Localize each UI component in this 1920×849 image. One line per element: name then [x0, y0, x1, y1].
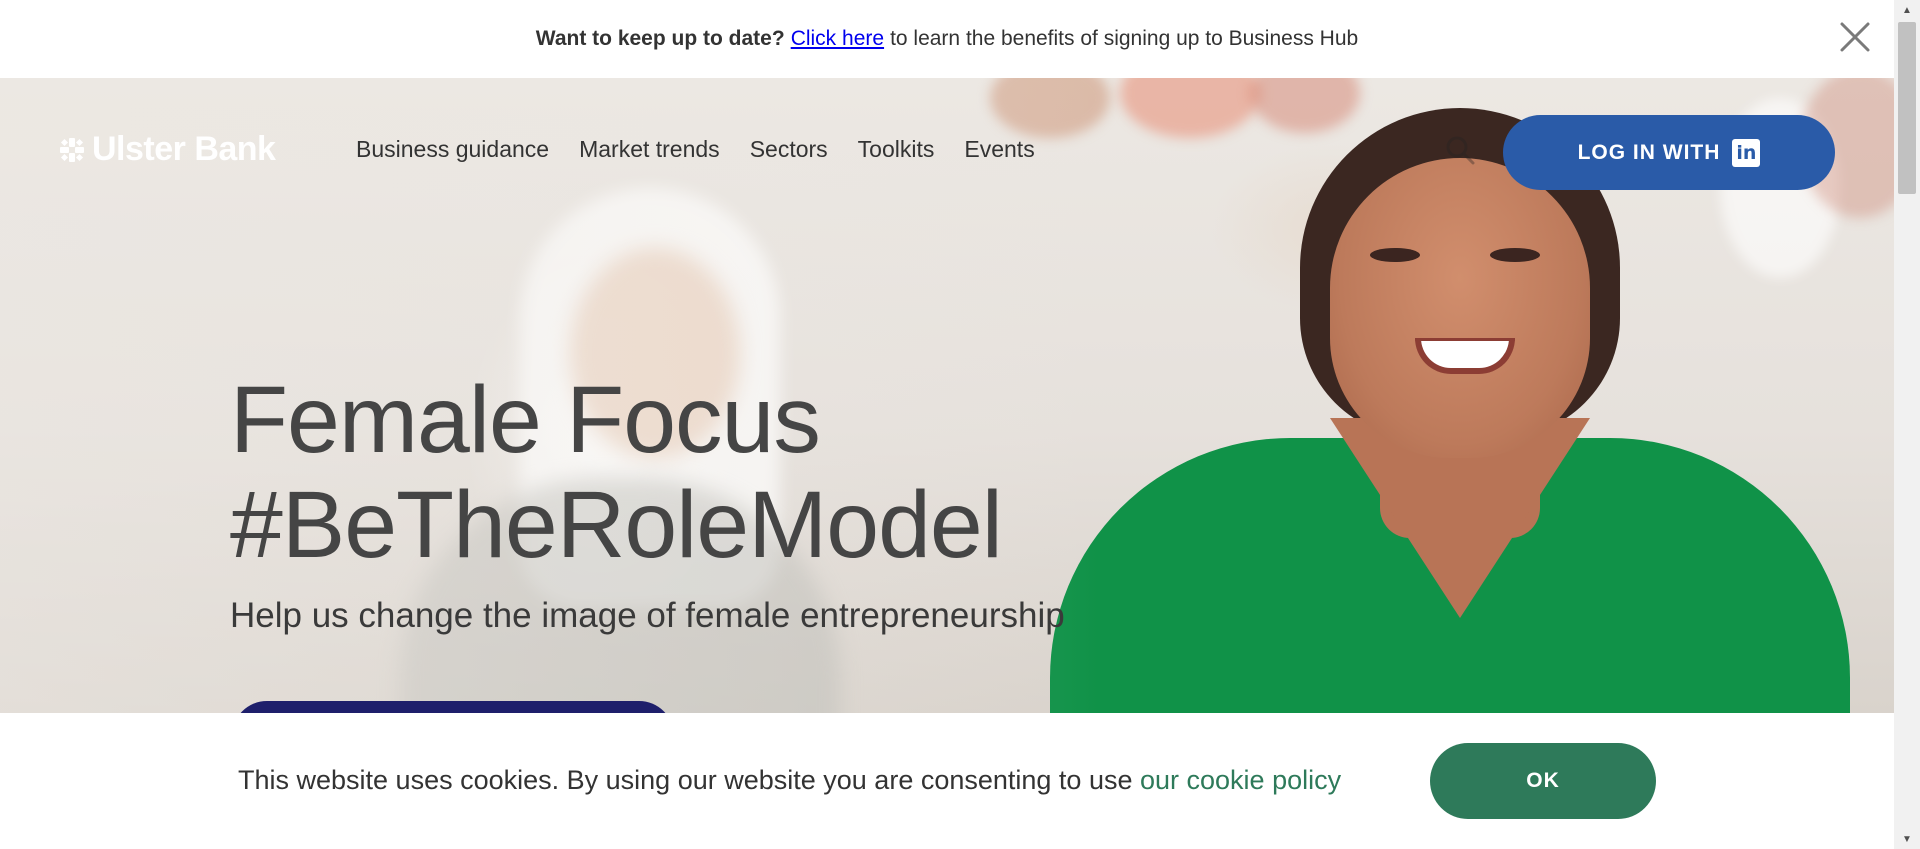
hero-title-line-2: #BeTheRoleModel [230, 472, 1003, 578]
cookie-message: This website uses cookies. By using our … [238, 765, 1341, 796]
hero-woman-image [1030, 98, 1860, 713]
page-scrollbar[interactable]: ▲ ▼ [1894, 0, 1920, 849]
scroll-up-arrow-icon[interactable]: ▲ [1894, 0, 1920, 20]
logo-text: Ulster Bank [92, 130, 276, 168]
hero-banner: Ulster Bank Business guidance Market tre… [0, 78, 1894, 713]
login-with-linkedin-button[interactable]: LOG IN WITH in [1503, 115, 1835, 190]
main-nav: Business guidance Market trends Sectors … [356, 136, 1035, 163]
nav-item-market-trends[interactable]: Market trends [579, 136, 720, 163]
notice-bar: Want to keep up to date? Click here to l… [0, 0, 1894, 78]
scroll-down-arrow-icon[interactable]: ▼ [1894, 829, 1920, 849]
scroll-thumb[interactable] [1898, 22, 1916, 194]
notice-text: to learn the benefits of signing up to B… [890, 27, 1359, 50]
cookie-ok-button[interactable]: OK [1430, 743, 1656, 819]
notice-lead: Want to keep up to date? [535, 27, 785, 50]
nav-item-sectors[interactable]: Sectors [750, 136, 828, 163]
search-icon[interactable] [1444, 134, 1476, 166]
hero-title-line-1: Female Focus [230, 367, 821, 473]
cookie-banner: This website uses cookies. By using our … [0, 713, 1894, 849]
nav-item-events[interactable]: Events [964, 136, 1034, 163]
cookie-policy-link[interactable]: our cookie policy [1140, 765, 1341, 795]
login-button-label: LOG IN WITH [1577, 140, 1721, 164]
nav-item-toolkits[interactable]: Toolkits [858, 136, 935, 163]
notice-click-here-link[interactable]: Click here [791, 27, 884, 51]
hero-cta-button[interactable] [232, 701, 674, 713]
cookie-text: This website uses cookies. By using our … [238, 765, 1133, 795]
hero-title: Female Focus #BeTheRoleModel [230, 367, 1003, 578]
ulster-bank-logo[interactable]: Ulster Bank [58, 130, 276, 169]
linkedin-icon: in [1732, 138, 1761, 167]
nav-item-business-guidance[interactable]: Business guidance [356, 136, 549, 163]
close-icon[interactable] [1838, 20, 1872, 54]
logo-mark-icon [60, 137, 84, 162]
hero-subtitle: Help us change the image of female entre… [230, 596, 1065, 635]
